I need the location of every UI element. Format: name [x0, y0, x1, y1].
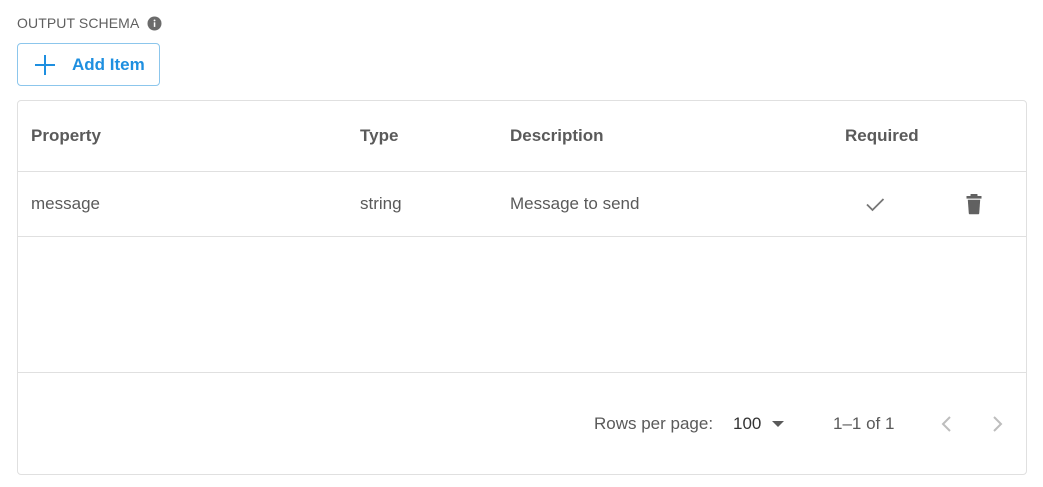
table-row: message string Message to send [18, 171, 1026, 237]
table-header-row: Property Type Description Required [18, 101, 1026, 172]
chevron-right-icon [987, 414, 1007, 434]
column-header-type: Type [360, 126, 399, 145]
cell-type: string [360, 193, 402, 213]
cell-property: message [31, 193, 100, 213]
caret-down-icon [771, 420, 785, 428]
add-item-button[interactable]: Add Item [17, 43, 160, 86]
column-header-description: Description [510, 126, 604, 145]
previous-page-button[interactable] [937, 373, 957, 475]
next-page-button[interactable] [987, 373, 1007, 475]
pagination-range: 1–1 of 1 [833, 414, 895, 433]
chevron-left-icon [937, 414, 957, 434]
cell-description: Message to send [510, 193, 640, 213]
section-title: OUTPUT SCHEMA [17, 15, 140, 31]
schema-table: Property Type Description Required messa… [17, 100, 1027, 475]
column-header-property: Property [31, 126, 101, 145]
table-pagination: Rows per page: 100 1–1 of 1 [18, 372, 1026, 475]
rows-per-page-select[interactable]: 100 [733, 373, 785, 475]
check-icon [864, 193, 886, 215]
trash-icon[interactable] [964, 193, 984, 215]
column-header-required: Required [845, 126, 919, 145]
info-icon[interactable] [147, 16, 162, 31]
output-schema-panel: OUTPUT SCHEMA Add Item Property Type Des… [0, 0, 1043, 487]
cell-actions [964, 171, 984, 236]
rows-per-page-label: Rows per page: [594, 414, 714, 433]
cell-required [864, 171, 886, 236]
section-header: OUTPUT SCHEMA [17, 14, 162, 32]
plus-icon [34, 54, 56, 76]
rows-per-page-value: 100 [733, 414, 762, 433]
add-item-label: Add Item [72, 54, 145, 74]
